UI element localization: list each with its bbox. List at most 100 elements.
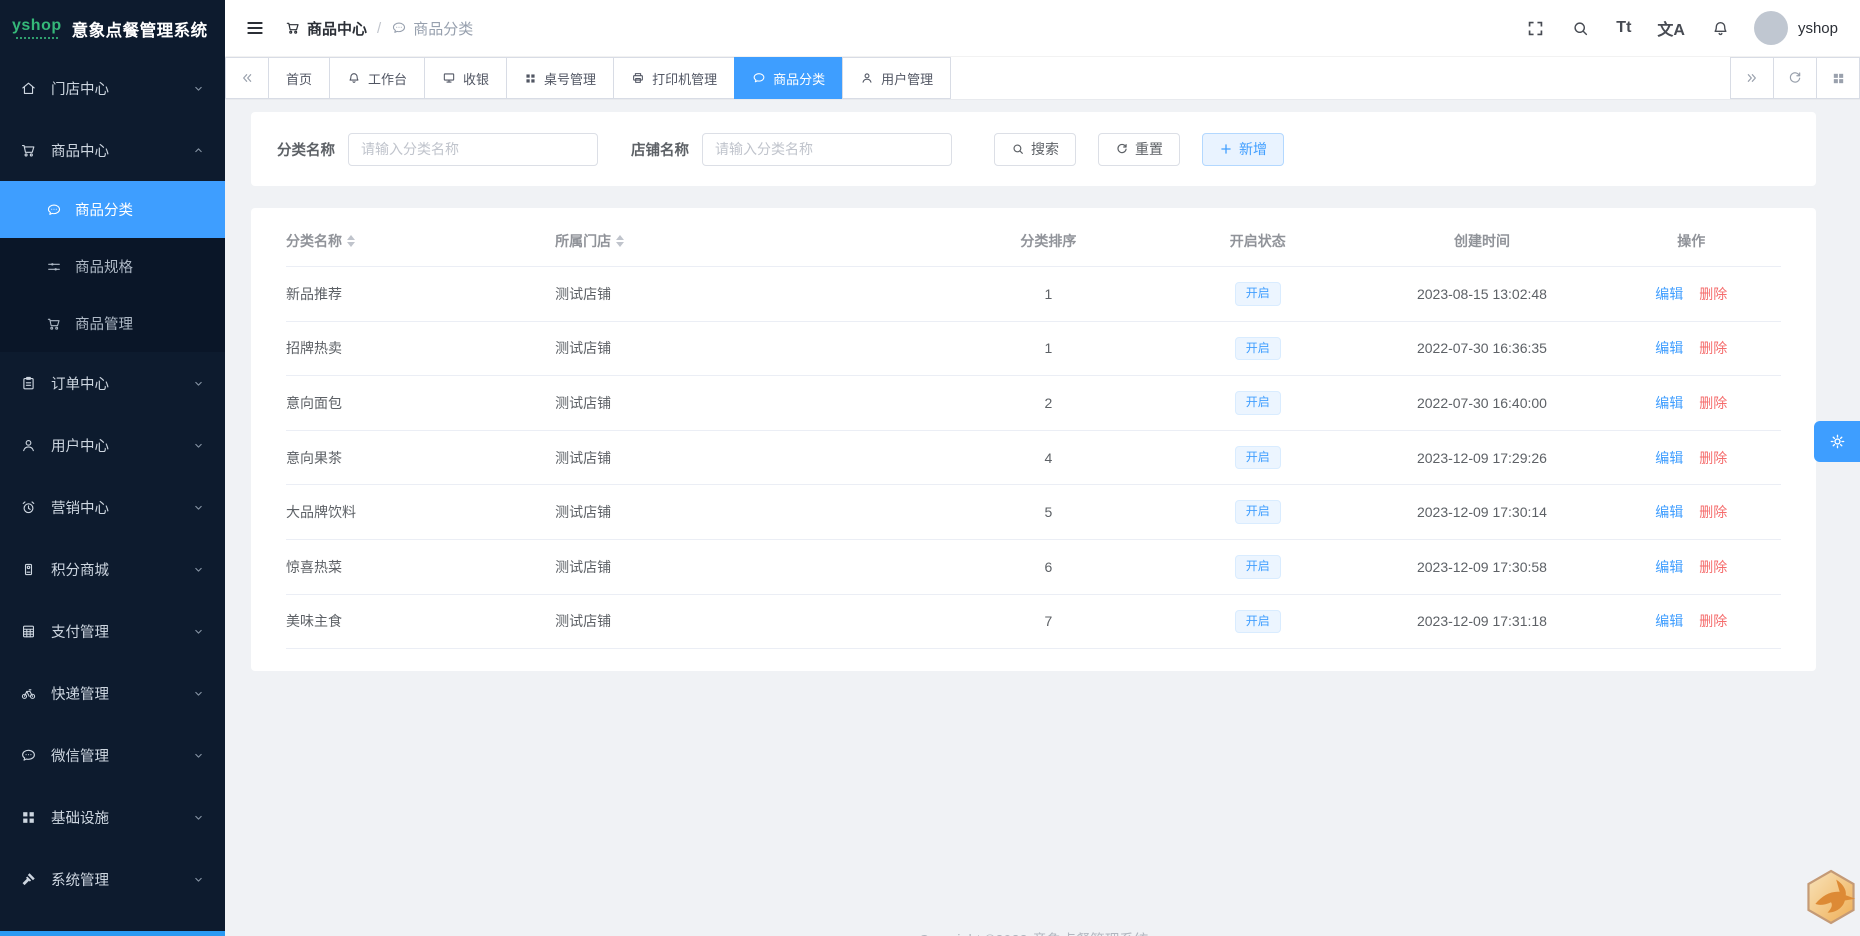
store-name-input[interactable] <box>702 132 952 166</box>
column-header-category-name[interactable]: 分类名称 <box>286 214 556 267</box>
edit-link[interactable]: 编辑 <box>1655 504 1683 520</box>
sidebar-item-system-manage[interactable]: 系统管理 <box>0 848 225 910</box>
bird-hexagon-badge-icon[interactable] <box>1805 869 1857 925</box>
edit-link[interactable]: 编辑 <box>1655 559 1683 575</box>
sidebar-item-product-center[interactable]: 商品中心 <box>0 119 225 181</box>
sidebar-item-product-manage[interactable]: 商品管理 <box>0 295 225 352</box>
sidebar-item-label: 积分商城 <box>51 562 109 579</box>
breadcrumb-parent[interactable]: 商品中心 <box>285 18 367 39</box>
chevron-down-icon <box>192 501 205 514</box>
cell-actions: 编辑 删除 <box>1601 539 1781 595</box>
top-header: 商品中心 / 商品分类 Tt 文A yshop <box>225 0 1860 57</box>
delete-link[interactable]: 删除 <box>1699 286 1727 302</box>
sidebar-item-delivery-manage[interactable]: 快递管理 <box>0 662 225 724</box>
cell-order: 1 <box>943 266 1154 322</box>
delete-link[interactable]: 删除 <box>1699 395 1727 411</box>
yshop-logo: yshop <box>12 18 62 39</box>
monitor-icon <box>442 71 456 85</box>
cell-created-time: 2023-12-09 17:30:14 <box>1362 484 1602 540</box>
hamburger-icon[interactable] <box>241 14 269 42</box>
edit-link[interactable]: 编辑 <box>1655 450 1683 466</box>
cell-order: 2 <box>943 375 1154 431</box>
cell-store: 测试店铺 <box>555 539 944 595</box>
search-button-label: 搜索 <box>1031 141 1059 157</box>
sidebar-item-store-center[interactable]: 门店中心 <box>0 57 225 119</box>
refresh-icon[interactable] <box>1773 57 1817 99</box>
layout-grid-icon[interactable] <box>1816 57 1860 99</box>
cell-category-name: 新品推荐 <box>286 266 556 322</box>
column-header-store[interactable]: 所属门店 <box>555 214 944 267</box>
sidebar-item-marketing-center[interactable]: 营销中心 <box>0 476 225 538</box>
avatar[interactable] <box>1753 11 1788 45</box>
chevron-down-icon <box>192 563 205 576</box>
bell-icon <box>347 71 361 85</box>
sidebar-item-label: 用户中心 <box>51 438 109 455</box>
chat-bubble-icon <box>752 71 766 85</box>
sidebar-item-user-center[interactable]: 用户中心 <box>0 414 225 476</box>
tab-workbench[interactable]: 工作台 <box>329 57 426 99</box>
table-row: 意向面包 测试店铺 2 开启 2022-07-30 16:40:00 编辑 删除 <box>286 375 1781 431</box>
tab-user-manage[interactable]: 用户管理 <box>842 57 952 99</box>
user-menu[interactable]: yshop <box>1753 11 1838 45</box>
delete-link[interactable]: 删除 <box>1699 613 1727 629</box>
column-header-sort-order: 分类排序 <box>943 214 1154 267</box>
sidebar-item-product-spec[interactable]: 商品规格 <box>0 238 225 295</box>
table-row: 意向果茶 测试店铺 4 开启 2023-12-09 17:29:26 编辑 删除 <box>286 430 1781 486</box>
search-icon[interactable] <box>1569 17 1592 40</box>
tabs-scroll-left-icon[interactable] <box>225 57 269 99</box>
sort-icon[interactable] <box>347 235 355 247</box>
tab-label: 首页 <box>286 71 313 87</box>
chevron-down-icon <box>192 687 205 700</box>
breadcrumb-separator: / <box>377 19 382 37</box>
product-center-submenu: 商品分类 商品规格 商品管理 <box>0 181 225 352</box>
sort-icon[interactable] <box>616 235 625 247</box>
cell-created-time: 2022-07-30 16:36:35 <box>1362 321 1602 377</box>
tab-table-number[interactable]: 桌号管理 <box>506 57 615 99</box>
tabs-bar: 首页 工作台 收银 桌号管理 打印机管理 商品分类 用户管理 <box>225 57 1860 100</box>
fullscreen-icon[interactable] <box>1524 17 1547 40</box>
sidebar-item-label: 营销中心 <box>51 500 109 517</box>
chat-bubble-icon <box>20 747 37 764</box>
edit-link[interactable]: 编辑 <box>1655 286 1683 302</box>
settings-gear-button[interactable] <box>1814 421 1860 462</box>
sidebar-item-points-mall[interactable]: 积分商城 <box>0 538 225 600</box>
delete-link[interactable]: 删除 <box>1699 504 1727 520</box>
delete-link[interactable]: 删除 <box>1699 450 1727 466</box>
cell-category-name: 大品牌饮料 <box>286 484 556 540</box>
bicycle-icon <box>20 685 37 702</box>
tab-product-category[interactable]: 商品分类 <box>734 57 844 99</box>
sidebar-item-label: 系统管理 <box>51 872 109 889</box>
add-button[interactable]: 新增 <box>1202 132 1284 166</box>
add-button-label: 新增 <box>1239 141 1267 157</box>
chevron-down-icon <box>192 749 205 762</box>
tab-home[interactable]: 首页 <box>268 57 331 99</box>
sidebar-item-order-center[interactable]: 订单中心 <box>0 352 225 414</box>
edit-link[interactable]: 编辑 <box>1655 340 1683 356</box>
category-name-input[interactable] <box>348 132 598 166</box>
status-badge: 开启 <box>1234 336 1281 361</box>
translate-icon[interactable]: 文A <box>1655 14 1687 42</box>
sidebar-scrollbar[interactable] <box>0 931 225 936</box>
sidebar-item-wechat-manage[interactable]: 微信管理 <box>0 724 225 786</box>
table-row: 惊喜热菜 测试店铺 6 开启 2023-12-09 17:30:58 编辑 删除 <box>286 539 1781 595</box>
search-button[interactable]: 搜索 <box>994 132 1076 166</box>
cell-actions: 编辑 删除 <box>1601 266 1781 322</box>
breadcrumb: 商品中心 / 商品分类 <box>285 18 473 39</box>
edit-link[interactable]: 编辑 <box>1655 613 1683 629</box>
delete-link[interactable]: 删除 <box>1699 559 1727 575</box>
reset-button[interactable]: 重置 <box>1098 132 1180 166</box>
tabs-scroll-right-icon[interactable] <box>1730 57 1774 99</box>
bell-icon[interactable] <box>1709 17 1732 40</box>
font-size-icon[interactable]: Tt <box>1614 17 1633 39</box>
tab-cashier[interactable]: 收银 <box>424 57 508 99</box>
status-badge: 开启 <box>1234 391 1281 415</box>
sidebar-item-infrastructure[interactable]: 基础设施 <box>0 786 225 848</box>
grid-icon <box>524 72 537 85</box>
chevron-down-icon <box>192 377 205 390</box>
edit-link[interactable]: 编辑 <box>1655 395 1683 411</box>
sidebar-item-payment-manage[interactable]: 支付管理 <box>0 600 225 662</box>
tab-printer-manage[interactable]: 打印机管理 <box>613 57 736 99</box>
delete-link[interactable]: 删除 <box>1699 340 1727 356</box>
sidebar-item-product-category[interactable]: 商品分类 <box>0 181 225 238</box>
chat-bubble-icon <box>391 20 407 36</box>
